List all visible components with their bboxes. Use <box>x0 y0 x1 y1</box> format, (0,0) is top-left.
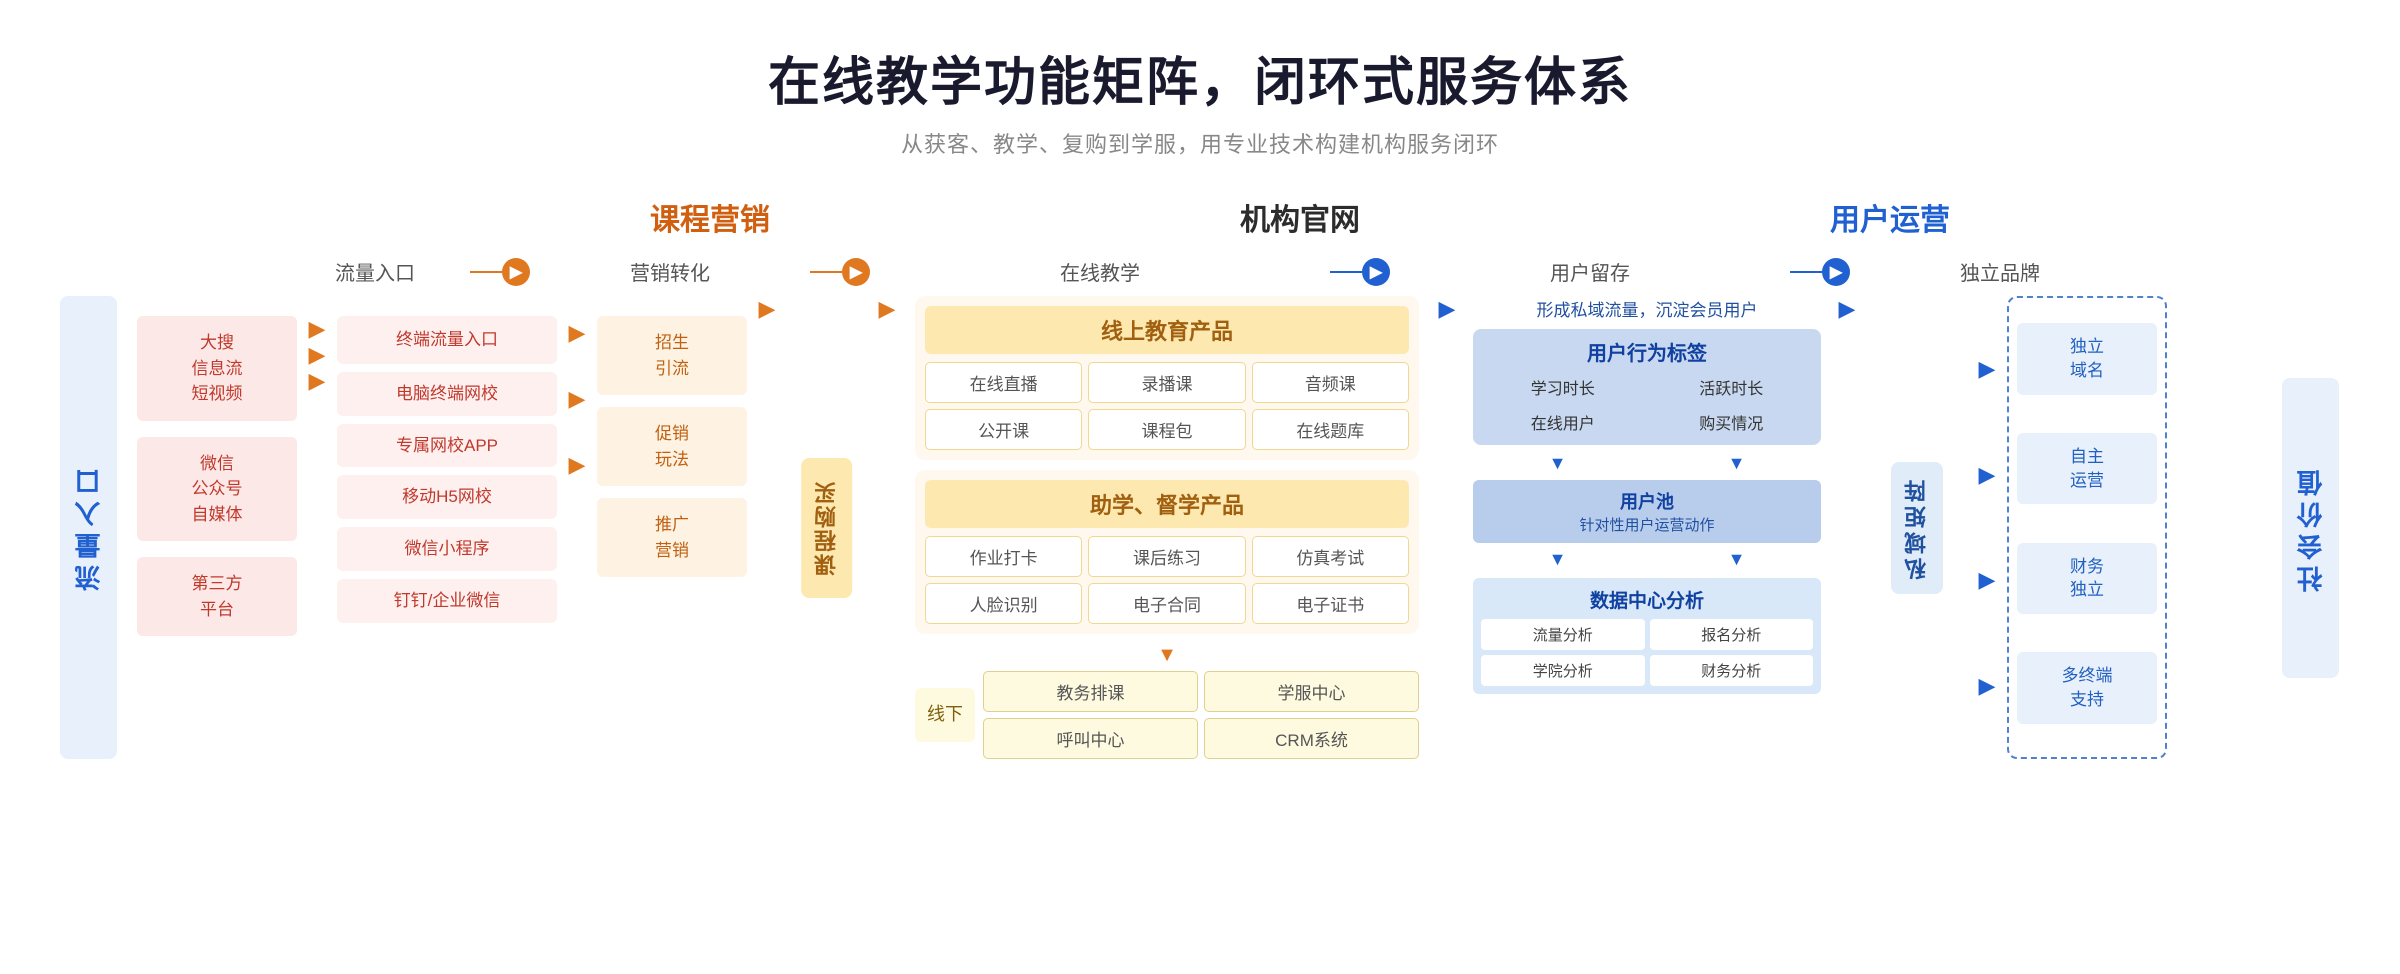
user-retain-intro: 形成私域流量，沉淀会员用户 <box>1473 296 1821 321</box>
assist-item-1: 作业打卡 <box>925 536 1082 577</box>
flow-step-1: 流量入口 <box>280 257 470 286</box>
course-buy-box: 课程购买 <box>801 458 852 598</box>
online-item-1: 在线直播 <box>925 362 1082 403</box>
marketing-item-6: 钉钉/企业微信 <box>337 579 557 623</box>
online-item-4: 公开课 <box>925 409 1082 450</box>
brand-item-1: 独立域名 <box>2017 323 2157 395</box>
online-products-title: 线上教育产品 <box>925 306 1409 354</box>
flow-arrow-2: ▶ <box>842 258 870 286</box>
offline-title: 线下 <box>915 688 975 741</box>
flow-arrow-1: ▶ <box>502 258 530 286</box>
assist-learn-section: 助学、督学产品 作业打卡 课后练习 仿真考试 人脸识别 电子合同 电子证书 <box>915 470 1419 634</box>
user-pool-box: 用户池 针对性用户运营动作 <box>1473 480 1821 543</box>
assist-item-6: 电子证书 <box>1252 583 1409 624</box>
promo-item-2: 促销玩法 <box>597 407 747 486</box>
down-arrow-3: ▼ <box>1652 453 1821 474</box>
brand-item-2: 自主运营 <box>2017 433 2157 505</box>
brand-item-4: 多终端支持 <box>2017 652 2157 724</box>
data-item-3: 学院分析 <box>1481 655 1645 686</box>
down-arrow-2: ▼ <box>1473 453 1642 474</box>
private-matrix-box: 私域矩阵 <box>1891 462 1942 594</box>
section-marketing: 课程营销 <box>460 195 960 239</box>
offline-item-4: CRM系统 <box>1204 718 1419 759</box>
online-education-section: 线上教育产品 在线直播 录播课 音频课 公开课 课程包 在线题库 <box>915 296 1419 460</box>
data-item-2: 报名分析 <box>1650 619 1814 650</box>
page: 在线教学功能矩阵，闭环式服务体系 从获客、教学、复购到学服，用专业技术构建机构服… <box>0 0 2400 799</box>
page-title: 在线教学功能矩阵，闭环式服务体系 <box>60 40 2340 115</box>
brand-section: 独立域名 自主运营 财务独立 多终端支持 <box>2007 296 2167 759</box>
section-user-ops: 用户运营 <box>1640 195 2140 239</box>
assist-learn-title: 助学、督学产品 <box>925 480 1409 528</box>
arrow-to-brand-2: ▶ <box>1979 462 1996 488</box>
brand-item-3: 财务独立 <box>2017 543 2157 615</box>
flow-arrow-4: ▶ <box>1822 258 1850 286</box>
arrow-to-promo-3: ▶ <box>569 452 586 478</box>
online-item-2: 录播课 <box>1088 362 1245 403</box>
promo-item-1: 招生引流 <box>597 316 747 395</box>
down-arrow-5: ▼ <box>1652 549 1821 570</box>
arrow-to-marketing-1: ▶ <box>309 316 326 342</box>
flow-step-2: 营销转化 <box>530 257 810 286</box>
assist-item-3: 仿真考试 <box>1252 536 1409 577</box>
main-content: 流量入口 大搜信息流短视频 微信公众号自媒体 第三方平台 ▶ ▶ ▶ 终端流量入… <box>60 296 2340 759</box>
arrow-to-private: ▶ <box>1839 296 1856 322</box>
down-arrow-1: ▼ <box>915 644 1419 667</box>
arrow-to-user-retain: ▶ <box>1439 296 1456 322</box>
flow-step-3: 在线教学 <box>870 257 1330 286</box>
offline-item-3: 呼叫中心 <box>983 718 1198 759</box>
traffic-source-3: 第三方平台 <box>137 557 297 636</box>
arrow-to-marketing-3: ▶ <box>309 368 326 394</box>
arrow-to-brand-3: ▶ <box>1979 567 1996 593</box>
arrow-to-brand-4: ▶ <box>1979 673 1996 699</box>
online-item-3: 音频课 <box>1252 362 1409 403</box>
online-products-grid: 在线直播 录播课 音频课 公开课 课程包 在线题库 <box>925 362 1409 450</box>
page-subtitle: 从获客、教学、复购到学服，用专业技术构建机构服务闭环 <box>60 127 2340 159</box>
traffic-source-1: 大搜信息流短视频 <box>137 316 297 421</box>
behavior-item-2: 活跃时长 <box>1650 372 1814 402</box>
left-vert-label: 流量入口 <box>60 296 117 759</box>
down-arrow-4: ▼ <box>1473 549 1642 570</box>
user-behavior-title: 用户行为标签 <box>1481 337 1813 366</box>
behavior-item-4: 购买情况 <box>1650 407 1814 437</box>
behavior-item-1: 学习时长 <box>1481 372 1645 402</box>
data-item-1: 流量分析 <box>1481 619 1645 650</box>
arrow-to-course-buy: ▶ <box>759 296 776 322</box>
header: 在线教学功能矩阵，闭环式服务体系 从获客、教学、复购到学服，用专业技术构建机构服… <box>60 40 2340 159</box>
traffic-source-2: 微信公众号自媒体 <box>137 437 297 542</box>
arrow-to-online: ▶ <box>879 296 896 322</box>
data-center-section: 数据中心分析 流量分析 报名分析 学院分析 财务分析 <box>1473 578 1821 694</box>
flow-arrow-3: ▶ <box>1362 258 1390 286</box>
section-institution: 机构官网 <box>1050 195 1550 239</box>
marketing-item-4: 移动H5网校 <box>337 475 557 519</box>
marketing-item-3: 专属网校APP <box>337 424 557 468</box>
data-item-4: 财务分析 <box>1650 655 1814 686</box>
marketing-item-5: 微信小程序 <box>337 527 557 571</box>
data-center-title: 数据中心分析 <box>1481 586 1813 613</box>
offline-item-1: 教务排课 <box>983 671 1198 712</box>
right-vert-label: 社会价值 <box>2282 378 2339 678</box>
online-item-5: 课程包 <box>1088 409 1245 450</box>
user-behavior-section: 用户行为标签 学习时长 活跃时长 在线用户 购买情况 <box>1473 329 1821 445</box>
user-pool-title: 用户池 <box>1481 488 1813 514</box>
promo-item-3: 推广营销 <box>597 498 747 577</box>
marketing-item-2: 电脑终端网校 <box>337 372 557 416</box>
marketing-item-1: 终端流量入口 <box>337 316 557 364</box>
assist-item-5: 电子合同 <box>1088 583 1245 624</box>
arrow-to-promo-2: ▶ <box>569 386 586 412</box>
arrow-to-promo-1: ▶ <box>569 320 586 346</box>
assist-learn-grid: 作业打卡 课后练习 仿真考试 人脸识别 电子合同 电子证书 <box>925 536 1409 624</box>
arrow-to-brand-1: ▶ <box>1979 356 1996 382</box>
online-item-6: 在线题库 <box>1252 409 1409 450</box>
flow-step-5: 独立品牌 <box>1850 257 2150 286</box>
behavior-item-3: 在线用户 <box>1481 407 1645 437</box>
assist-item-4: 人脸识别 <box>925 583 1082 624</box>
offline-item-2: 学服中心 <box>1204 671 1419 712</box>
assist-item-2: 课后练习 <box>1088 536 1245 577</box>
arrow-to-marketing-2: ▶ <box>309 342 326 368</box>
flow-step-4: 用户留存 <box>1390 257 1790 286</box>
user-pool-sub: 针对性用户运营动作 <box>1481 514 1813 535</box>
